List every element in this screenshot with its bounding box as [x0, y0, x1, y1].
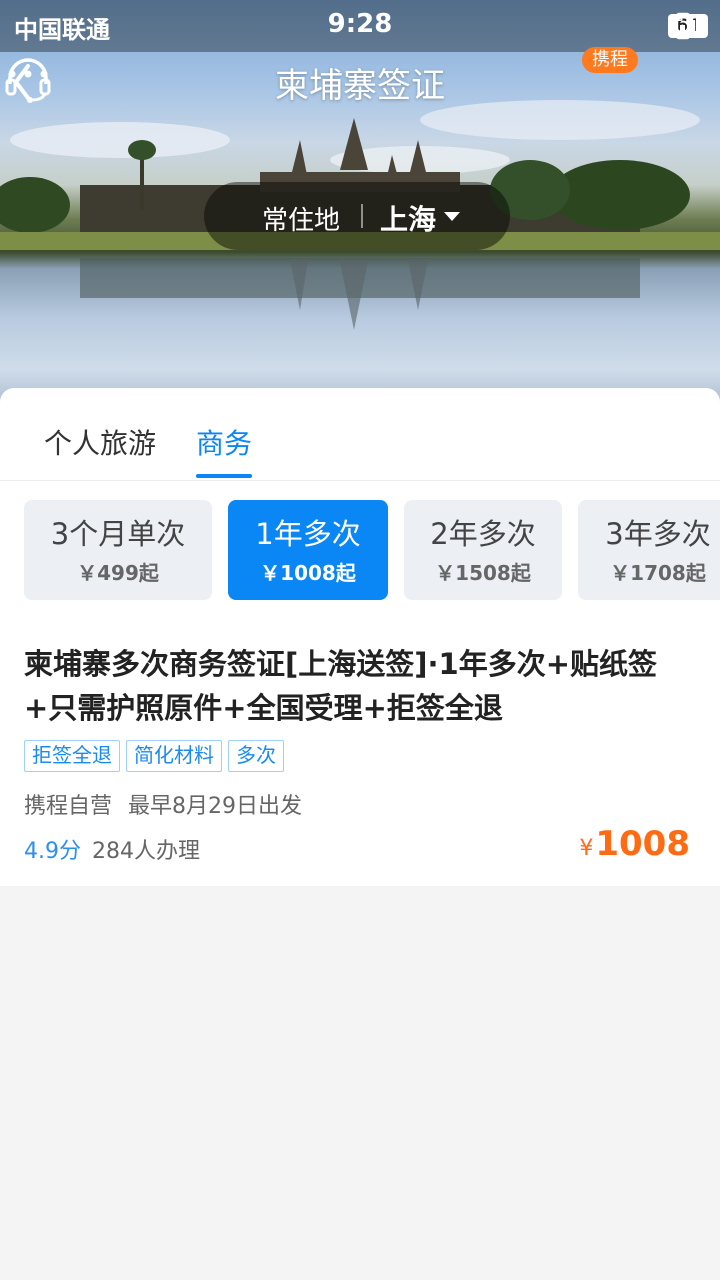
residence-label: 常住地: [262, 206, 341, 236]
caret-down-icon[interactable]: [444, 212, 460, 221]
product-price: ¥1008: [579, 824, 690, 864]
option-1-year-multiple[interactable]: 1年多次 ￥1008起: [228, 500, 388, 600]
product-rating: 4.9分: [24, 839, 81, 864]
status-time: 9:28: [327, 9, 393, 39]
product-tags: 拒签全退 简化材料 多次: [24, 740, 284, 772]
status-bar: 中国联通 9:28 4G 64: [0, 0, 720, 52]
residence-city[interactable]: 上海: [380, 198, 436, 238]
tag-multiple-entry: 多次: [228, 740, 284, 772]
status-icons: 4G 64: [668, 11, 708, 41]
residence-divider: [361, 204, 363, 228]
nav-bar: 柬埔寨签证 携程: [0, 47, 720, 114]
option-3-year-multiple[interactable]: 3年多次 ￥1708起: [578, 500, 720, 600]
option-2-year-multiple[interactable]: 2年多次 ￥1508起: [404, 500, 562, 600]
product-meta: 携程自营 最早8月29日出发: [24, 788, 302, 820]
validity-options: 3个月单次 ￥499起 1年多次 ￥1008起 2年多次 ￥1508起 3年多次…: [0, 500, 720, 600]
signal-icon: 4G: [668, 13, 701, 37]
seller-label: 携程自营: [24, 794, 113, 819]
tab-business[interactable]: 商务: [196, 422, 252, 462]
tab-personal-travel[interactable]: 个人旅游: [44, 422, 156, 462]
option-name: 1年多次: [255, 517, 361, 551]
visa-type-tabs: 个人旅游 商务: [0, 388, 720, 481]
option-name: 3个月单次: [50, 517, 186, 551]
applicant-count: 284人办理: [92, 839, 200, 864]
option-name: 3年多次: [605, 517, 711, 551]
product-title[interactable]: 柬埔寨多次商务签证[上海送签]·1年多次+贴纸签+只需护照原件+全国受理+拒签全…: [24, 642, 684, 730]
option-price: ￥499起: [77, 561, 159, 585]
option-price: ￥1708起: [610, 561, 706, 585]
option-price: ￥1008起: [260, 561, 356, 585]
residence-selector[interactable]: 常住地 上海: [204, 182, 510, 250]
network-type: 4G: [668, 13, 683, 24]
option-price: ￥1508起: [435, 561, 531, 585]
price-value: 1008: [595, 824, 690, 864]
ctrip-badge: 携程: [582, 47, 638, 73]
tag-refund: 拒签全退: [24, 740, 120, 772]
option-name: 2年多次: [430, 517, 536, 551]
more-button[interactable]: [0, 52, 56, 96]
more-dots-icon: [8, 70, 48, 78]
departure-info: 最早8月29日出发: [128, 794, 303, 819]
currency-symbol: ¥: [579, 836, 594, 861]
hero-banner: 中国联通 9:28 4G 64 柬埔寨签证 携程 常住地 上海: [0, 0, 720, 420]
visa-panel: 个人旅游 商务 3个月单次 ￥499起 1年多次 ￥1008起 2年多次 ￥15…: [0, 388, 720, 886]
active-tab-indicator: [196, 474, 252, 478]
option-3-month-single[interactable]: 3个月单次 ￥499起: [24, 500, 212, 600]
tag-simplified-materials: 简化材料: [126, 740, 222, 772]
